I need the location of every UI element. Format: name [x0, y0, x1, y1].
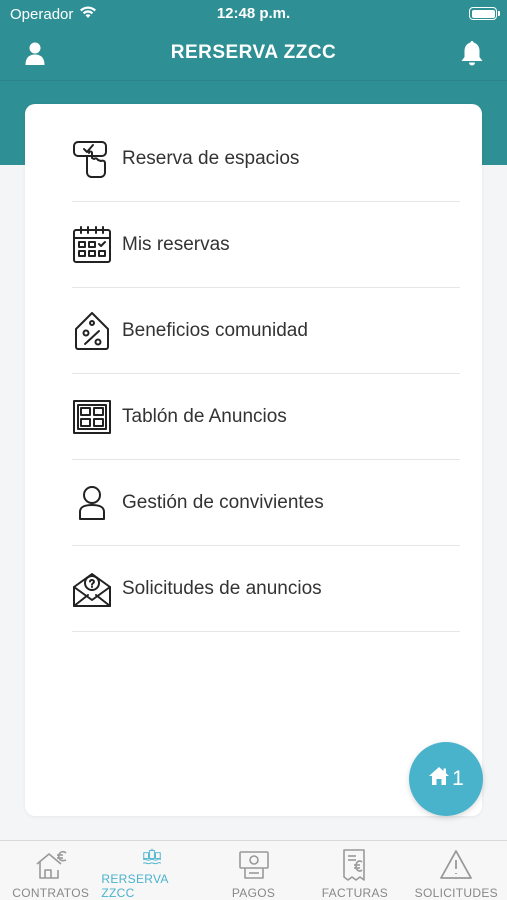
menu-item-beneficios[interactable]: Beneficios comunidad: [72, 288, 460, 374]
bell-icon[interactable]: [459, 39, 485, 67]
menu-item-reserva-espacios[interactable]: Reserva de espacios: [72, 116, 460, 202]
menu-item-tablon-anuncios[interactable]: Tablón de Anuncios: [72, 374, 460, 460]
house-euro-icon: [36, 850, 67, 879]
facilities-icon: [143, 848, 162, 865]
tab-bar: CONTRATOS RERSERVA ZZCC PAGOS FACTURAS S…: [0, 840, 507, 900]
bulletin-board-icon: [72, 397, 112, 437]
status-time: 12:48 p.m.: [216, 5, 291, 22]
tab-label: SOLICITUDES: [414, 886, 498, 900]
tab-label: RERSERVA ZZCC: [101, 872, 169, 900]
menu-item-label: Beneficios comunidad: [122, 319, 308, 341]
home-fab-button[interactable]: 1: [409, 742, 483, 816]
page-title: RERSERVA ZZCC: [170, 42, 337, 63]
menu-item-solicitudes-anuncios[interactable]: Solicitudes de anuncios: [72, 546, 460, 632]
tab-label: PAGOS: [231, 886, 276, 900]
menu-item-label: Gestión de convivientes: [122, 491, 324, 513]
fab-count: 1: [452, 767, 464, 790]
battery-icon: [469, 7, 500, 20]
hand-touch-icon: [72, 139, 112, 179]
discount-tag-icon: [72, 311, 112, 351]
warning-icon: [440, 850, 473, 879]
tab-label: FACTURAS: [321, 886, 389, 900]
tab-label: CONTRATOS: [12, 886, 90, 900]
nav-bar: RERSERVA ZZCC: [0, 28, 507, 80]
invoice-icon: [343, 849, 365, 881]
menu-item-convivientes[interactable]: Gestión de convivientes: [72, 460, 460, 546]
menu-card: Reserva de espacios Mis reservas Benefic…: [25, 104, 482, 816]
tab-solicitudes[interactable]: SOLICITUDES: [406, 841, 507, 900]
question-envelope-icon: [72, 569, 112, 609]
menu-item-mis-reservas[interactable]: Mis reservas: [72, 202, 460, 288]
status-bar: Operador 12:48 p.m.: [0, 0, 507, 28]
person-icon: [72, 483, 112, 523]
nav-divider: [0, 80, 507, 81]
menu-item-label: Tablón de Anuncios: [122, 405, 287, 427]
tab-facturas[interactable]: FACTURAS: [304, 841, 405, 900]
menu-item-label: Reserva de espacios: [122, 147, 300, 169]
tab-pagos[interactable]: PAGOS: [203, 841, 304, 900]
menu-item-label: Mis reservas: [122, 233, 230, 255]
home-icon: [428, 766, 450, 792]
tab-contratos[interactable]: CONTRATOS: [0, 841, 101, 900]
tab-reserva-zzcc[interactable]: RERSERVA ZZCC: [101, 841, 202, 900]
calendar-icon: [72, 225, 112, 265]
payment-icon: [238, 851, 269, 879]
menu-item-label: Solicitudes de anuncios: [122, 577, 322, 599]
